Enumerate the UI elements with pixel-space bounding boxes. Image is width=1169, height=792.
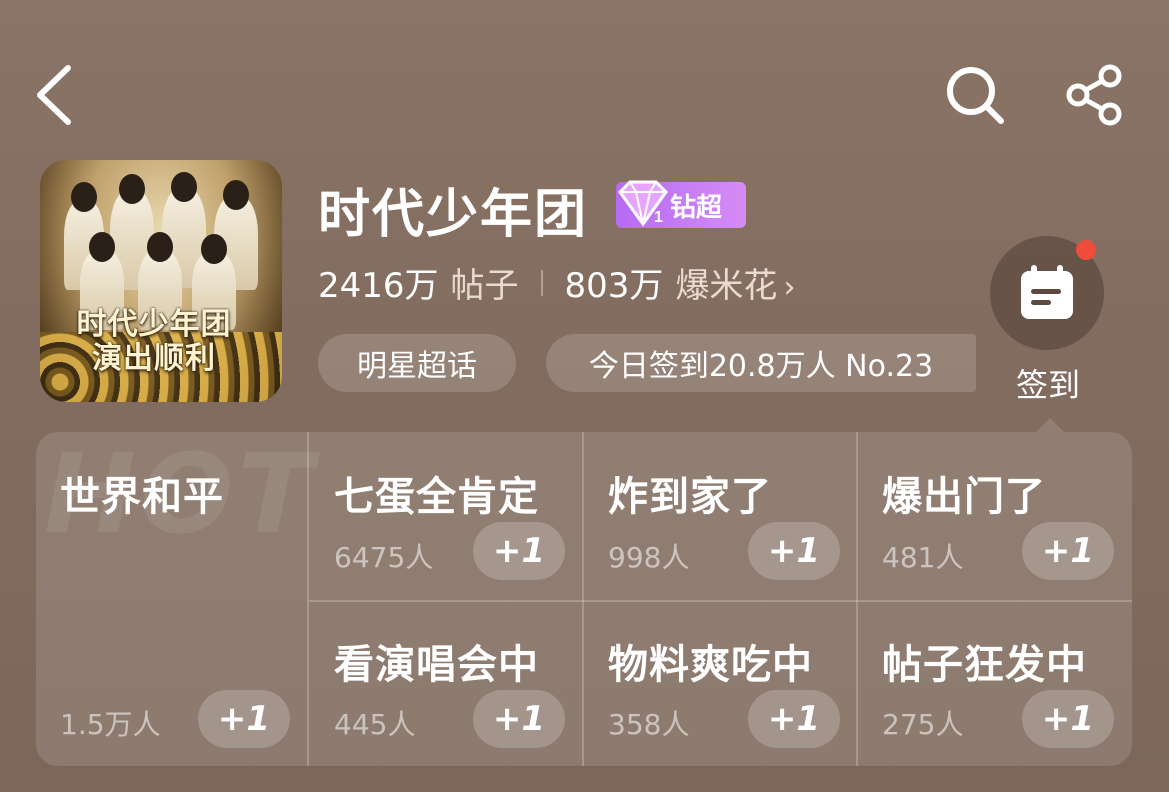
posts-label: 帖子 [450,266,519,306]
hot-item-count: 998人 [608,541,690,574]
cover-banner-line1: 时代少年团 [76,307,232,342]
hot-item-count: 358人 [608,708,690,741]
calendar-icon [1021,265,1073,319]
hot-item-title[interactable]: 世界和平 [60,464,224,522]
grid-divider [309,600,1132,602]
share-icon [1066,64,1122,126]
share-button[interactable] [1060,62,1130,128]
search-button[interactable] [940,62,1010,128]
topic-title: 时代少年团 [318,185,589,245]
chevron-left-icon [37,65,71,125]
hot-item-count: 481人 [882,541,964,574]
hot-item-title[interactable]: 七蛋全肯定 [334,464,539,522]
plus-one-button[interactable]: +1 [1022,690,1114,748]
plus-one-button[interactable]: +1 [473,522,565,580]
cover-figure-head [119,174,145,204]
search-icon [947,67,1004,124]
notification-dot [1076,240,1096,260]
plus-one-button[interactable]: +1 [748,522,840,580]
posts-count: 2416万 [318,266,439,306]
plus-one-button[interactable]: +1 [198,690,290,748]
checkin-label[interactable]: 签到 [1016,360,1080,406]
hot-item-count: 1.5万人 [60,708,161,741]
topic-cover-image[interactable]: 时代少年团 演出顺利 [40,160,282,402]
hot-item-title[interactable]: 看演唱会中 [334,632,539,690]
hot-item-title[interactable]: 爆出门了 [882,464,1046,522]
topic-stats: 2416万 帖子 803万 爆米花 › [318,258,795,307]
diamond-super-badge[interactable]: 1 钻超 [616,180,746,228]
cover-figure-head [89,232,115,262]
badge-level: 1 [654,209,663,226]
popcorn-count[interactable]: 803万 [565,258,664,307]
cover-banner-text: 时代少年团 演出顺利 [54,308,254,376]
plus-one-button[interactable]: +1 [1022,522,1114,580]
popcorn-label[interactable]: 爆米花 [675,258,777,307]
back-button[interactable] [28,62,80,128]
hot-item-title[interactable]: 物料爽吃中 [608,632,813,690]
hot-item-count: 6475人 [334,541,434,574]
cover-figure-head [147,232,173,262]
cover-figure-head [223,180,249,210]
plus-one-button[interactable]: +1 [473,690,565,748]
top-bar [0,0,1169,140]
cover-figure-head [201,234,227,264]
badge-label: 钻超 [670,192,723,223]
hot-item-title[interactable]: 帖子狂发中 [882,632,1087,690]
stats-divider [540,269,543,296]
cover-figure-head [171,172,197,202]
grid-divider [307,432,309,766]
hot-item-title[interactable]: 炸到家了 [608,464,772,522]
hot-item-count: 275人 [882,708,964,741]
plus-one-button[interactable]: +1 [748,690,840,748]
panel-pointer [1036,418,1064,432]
category-chip[interactable]: 明星超话 [318,334,516,392]
diamond-icon: 1 [618,180,668,227]
grid-divider [582,432,584,766]
hot-item-count: 445人 [334,708,416,741]
grid-divider [856,432,858,766]
cover-figure-head [71,182,97,212]
checkin-info-chip[interactable]: 今日签到20.8万人 No.23 [546,334,976,392]
chevron-right-icon[interactable]: › [783,270,795,305]
cover-banner-line2: 演出顺利 [92,341,216,376]
